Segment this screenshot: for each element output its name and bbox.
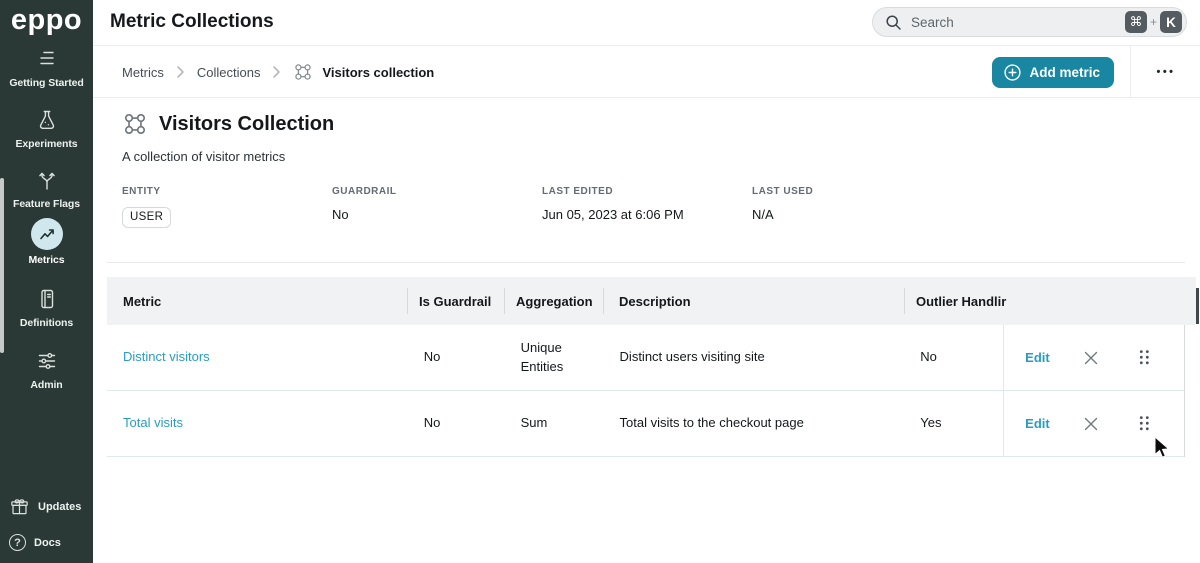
breadcrumb-collections[interactable]: Collections	[197, 65, 261, 80]
metric-link[interactable]: Distinct visitors	[123, 349, 210, 364]
line-chart-icon	[31, 218, 63, 250]
meta-label: ENTITY	[122, 186, 171, 197]
meta-value: N/A	[752, 207, 813, 222]
cell-is-guardrail: No	[408, 414, 505, 433]
meta-value: Jun 05, 2023 at 6:06 PM	[542, 207, 684, 222]
chevron-right-icon	[273, 66, 280, 78]
cell-description: Total visits to the checkout page	[604, 414, 905, 433]
cell-description: Distinct users visiting site	[604, 348, 905, 367]
question-icon: ?	[9, 534, 26, 551]
cell-outlier-handling: No	[904, 348, 1003, 367]
drag-handle-icon[interactable]	[1139, 349, 1150, 366]
app-logo[interactable]: eppo	[0, 4, 93, 37]
plus-circle-icon	[1003, 63, 1022, 82]
more-options-button[interactable]: •••	[1149, 46, 1183, 98]
drag-handle-icon[interactable]	[1139, 415, 1150, 432]
meta-label: LAST USED	[752, 186, 813, 197]
sidebar-item-getting-started[interactable]: Getting Started	[0, 46, 93, 89]
sidebar-item-definitions[interactable]: Definitions	[0, 286, 93, 329]
breadcrumb-current: Visitors collection	[293, 62, 434, 82]
remove-icon[interactable]	[1084, 417, 1098, 431]
breadcrumb: Metrics Collections Visitors collection	[122, 46, 434, 98]
meta-label: LAST EDITED	[542, 186, 684, 197]
table-header: Metric Is Guardrail Aggregation Descript…	[107, 277, 1196, 325]
edit-button[interactable]: Edit	[1025, 350, 1050, 365]
collection-header: Visitors Collection	[122, 111, 334, 137]
chevron-right-icon	[177, 66, 184, 78]
meta-value: No	[332, 207, 397, 222]
table-row: Total visits No Sum Total visits to the …	[107, 391, 1184, 457]
column-header-aggregation: Aggregation	[505, 294, 604, 309]
sidebar-item-docs[interactable]: ? Docs	[9, 534, 61, 551]
search-input[interactable]	[911, 15, 1125, 30]
entity-badge: USER	[122, 207, 171, 228]
sidebar-item-label: Admin	[0, 379, 93, 391]
collection-icon	[293, 62, 313, 82]
add-metric-label: Add metric	[1029, 65, 1100, 80]
section-divider	[107, 262, 1185, 263]
row-actions: Edit	[1003, 325, 1184, 390]
meta-label: GUARDRAIL	[332, 186, 397, 197]
breadcrumb-current-label: Visitors collection	[322, 65, 434, 80]
book-icon	[0, 286, 93, 312]
collection-title: Visitors Collection	[159, 113, 334, 136]
k-key: K	[1160, 11, 1182, 33]
flask-icon	[0, 107, 93, 133]
sidebar-item-experiments[interactable]: Experiments	[0, 107, 93, 150]
add-metric-button[interactable]: Add metric	[992, 57, 1114, 88]
scrollbar-thumb[interactable]	[1196, 288, 1199, 324]
cell-aggregation: Sum	[505, 414, 604, 433]
sidebar-item-label: Docs	[34, 537, 61, 549]
sidebar-item-label: Definitions	[0, 317, 93, 329]
sidebar-item-label: Experiments	[0, 138, 93, 150]
edit-button[interactable]: Edit	[1025, 416, 1050, 431]
meta-entity: ENTITY USER	[122, 186, 171, 228]
cmd-key: ⌘	[1125, 11, 1147, 33]
cell-outlier-handling: Yes	[904, 414, 1003, 433]
remove-icon[interactable]	[1084, 351, 1098, 365]
sidebar-item-label: Feature Flags	[0, 198, 93, 210]
column-header-is-guardrail: Is Guardrail	[408, 294, 505, 309]
sidebar-item-admin[interactable]: Admin	[0, 348, 93, 391]
cell-is-guardrail: No	[408, 348, 505, 367]
list-icon	[0, 46, 93, 72]
sidebar-item-metrics[interactable]: Metrics	[0, 218, 93, 266]
sidebar-item-label: Updates	[38, 501, 81, 513]
cell-aggregation: Unique Entities	[505, 339, 604, 377]
column-header-outlier-handling: Outlier Handlir	[905, 294, 1196, 309]
collection-subtitle: A collection of visitor metrics	[122, 149, 285, 164]
row-actions: Edit	[1003, 391, 1184, 456]
metric-link[interactable]: Total visits	[123, 415, 183, 430]
table-row: Distinct visitors No Unique Entities Dis…	[107, 325, 1184, 391]
column-header-metric: Metric	[107, 294, 408, 309]
sliders-icon	[0, 348, 93, 374]
sidebar-item-label: Metrics	[0, 254, 93, 266]
top-bar: Metric Collections ⌘ + K	[93, 0, 1200, 46]
meta-last-edited: LAST EDITED Jun 05, 2023 at 6:06 PM	[542, 186, 684, 222]
sidebar-item-updates[interactable]: Updates	[9, 496, 81, 517]
vertical-divider	[1130, 46, 1131, 98]
breadcrumb-bar: Metrics Collections Visitors collection …	[93, 46, 1200, 98]
search-box[interactable]: ⌘ + K	[872, 7, 1187, 37]
collection-icon	[122, 111, 148, 137]
branch-icon	[0, 167, 93, 193]
sidebar-item-label: Getting Started	[0, 77, 93, 89]
sidebar-item-feature-flags[interactable]: Feature Flags	[0, 167, 93, 210]
table-body: Distinct visitors No Unique Entities Dis…	[107, 325, 1185, 457]
meta-last-used: LAST USED N/A	[752, 186, 813, 222]
page-title: Metric Collections	[110, 11, 274, 33]
gift-icon	[9, 496, 30, 517]
search-icon	[885, 14, 902, 31]
shortcut-plus: +	[1150, 15, 1157, 29]
column-header-description: Description	[604, 294, 905, 309]
breadcrumb-metrics[interactable]: Metrics	[122, 65, 164, 80]
sidebar: eppo Getting Started Experiments Feature…	[0, 0, 93, 563]
meta-guardrail: GUARDRAIL No	[332, 186, 397, 222]
